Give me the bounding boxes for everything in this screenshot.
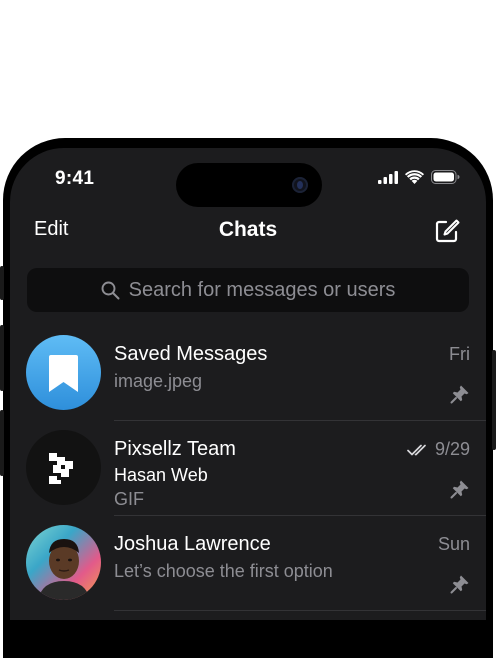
chat-time: Fri [449, 344, 470, 364]
pixsellz-logo [49, 453, 73, 484]
chat-sender: Hasan Web [114, 465, 208, 485]
user-photo [26, 525, 101, 600]
status-time: 9:41 [55, 168, 95, 189]
chat-name: Pixsellz Team [114, 438, 236, 460]
chats-screen: 9:41 Edit Chats Search for messages or u… [10, 148, 486, 620]
chat-item-joshua-lawrence[interactable]: Joshua Lawrence Sun Let’s choose the fir… [10, 516, 486, 611]
dynamic-island [176, 163, 322, 207]
avatar [26, 335, 101, 410]
search-placeholder: Search for messages or users [128, 278, 396, 301]
search-input[interactable]: Search for messages or users [27, 268, 469, 312]
front-camera-icon [292, 177, 308, 193]
pin-icon [450, 480, 469, 499]
chat-name: Saved Messages [114, 343, 268, 365]
avatar [26, 430, 101, 505]
chat-preview: image.jpeg [114, 371, 203, 391]
chat-item-saved-messages[interactable]: Saved Messages Fri image.jpeg [10, 326, 486, 421]
person-icon [38, 539, 90, 600]
chat-name: Joshua Lawrence [114, 533, 271, 555]
double-check-icon [407, 444, 426, 455]
compose-icon[interactable] [434, 218, 460, 244]
wifi-icon [405, 170, 424, 184]
chat-preview: GIF [114, 489, 144, 509]
divider [114, 610, 486, 611]
chat-preview: Let’s choose the first option [114, 561, 333, 581]
pin-icon [450, 385, 469, 404]
signal-icon [378, 170, 398, 184]
volume-down-button [0, 410, 4, 476]
bookmark-icon [49, 355, 78, 392]
chat-item-pixsellz-team[interactable]: Pixsellz Team 9/29 Hasan Web GIF [10, 421, 486, 516]
silent-switch [0, 266, 4, 300]
status-icons [378, 170, 460, 184]
chat-time: Sun [437, 534, 470, 554]
pin-icon [450, 575, 469, 594]
search-icon [101, 281, 120, 299]
chat-time: 9/29 [407, 439, 470, 460]
battery-icon [431, 170, 460, 184]
volume-up-button [0, 325, 4, 391]
page-title: Chats [218, 218, 278, 241]
power-button [492, 350, 496, 450]
